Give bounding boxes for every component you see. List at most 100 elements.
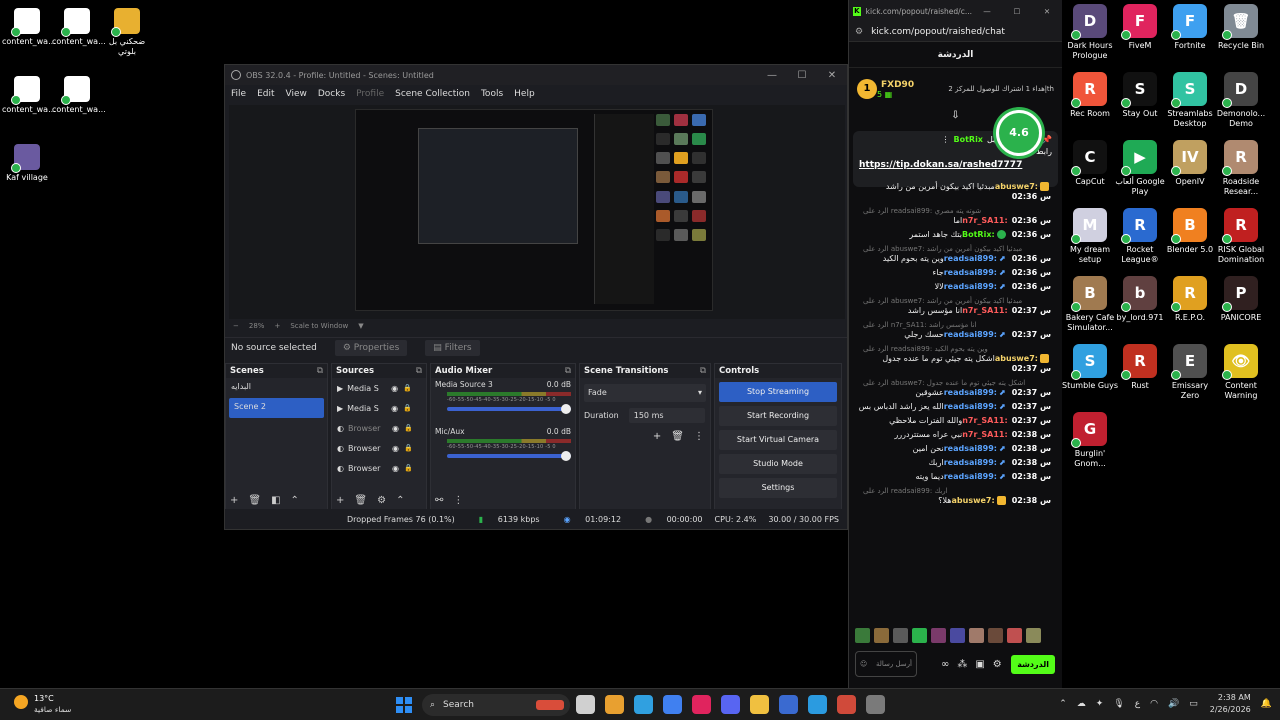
menu-file[interactable]: File — [231, 89, 246, 99]
zoom-in-icon[interactable]: + — [274, 322, 280, 330]
add-icon[interactable]: + — [336, 495, 344, 506]
desktop-icon[interactable]: 🗑 Recycle Bin — [1213, 4, 1269, 51]
send-button[interactable]: الدردشة — [1011, 654, 1055, 674]
volume-icon[interactable]: 🔊 — [1168, 699, 1179, 709]
source-item[interactable]: ◐ Browser ◉ 🔒 — [332, 418, 426, 438]
emote-icon[interactable] — [1026, 628, 1041, 643]
emote-icon[interactable] — [950, 628, 965, 643]
desktop-icon[interactable]: R RISK Global Domination — [1213, 208, 1269, 265]
message-user[interactable]: abuswe7: — [995, 182, 1038, 191]
start-button[interactable] — [396, 697, 412, 713]
emote-icon[interactable] — [931, 628, 946, 643]
trash-icon[interactable]: 🗑 — [248, 495, 261, 506]
chevron-up-icon[interactable]: ⌃ — [1059, 699, 1067, 709]
emote-icon[interactable] — [855, 628, 870, 643]
menu-tools[interactable]: Tools — [481, 89, 503, 99]
minimize-icon[interactable]: — — [972, 7, 1002, 16]
site-settings-icon[interactable]: ⚙ — [855, 27, 863, 37]
undock-icon[interactable]: ⧉ — [565, 366, 571, 376]
desktop-icon[interactable]: C CapCut — [1062, 140, 1118, 187]
more-icon[interactable]: ⋮ — [694, 431, 704, 442]
chevron-up-icon[interactable]: ⌃ — [291, 495, 299, 506]
desktop-icon[interactable]: G Burglin' Gnom... — [1062, 412, 1118, 469]
eye-icon[interactable]: ◉ — [392, 424, 399, 433]
desktop-icon[interactable]: S Stay Out — [1112, 72, 1168, 119]
desktop-icon[interactable]: content_wa... — [2, 76, 56, 115]
emote-icon[interactable] — [874, 628, 889, 643]
desktop-icon[interactable]: IV OpenIV — [1162, 140, 1218, 187]
volume-slider[interactable] — [447, 451, 571, 461]
desktop-icon[interactable]: E Emissary Zero — [1162, 344, 1218, 401]
message-user[interactable]: n7r_SA11: — [962, 306, 1008, 315]
link-icon[interactable]: ∞ — [941, 659, 949, 670]
message-user[interactable]: abuswe7: — [995, 354, 1038, 363]
message-user[interactable]: readsai899: — [944, 254, 997, 263]
notification-icon[interactable]: 🔔 — [1261, 699, 1272, 709]
menu-docks[interactable]: Docks — [318, 89, 345, 99]
clock[interactable]: 2:38 AM 2/26/2026 — [1210, 692, 1251, 716]
address-bar[interactable]: ⚙ kick.com/popout/raished/chat — [849, 22, 1062, 42]
obs-preview[interactable] — [229, 105, 845, 319]
source-item[interactable]: ◐ Browser ◉ 🔒 — [332, 438, 426, 458]
desktop-icon[interactable]: 👁 Content Warning — [1213, 344, 1269, 401]
studio-mode-button[interactable]: Studio Mode — [719, 454, 837, 474]
emote-icon[interactable] — [969, 628, 984, 643]
taskbar-app-icon[interactable] — [837, 695, 856, 714]
start-recording-button[interactable]: Start Recording — [719, 406, 837, 426]
trash-icon[interactable]: 🗑 — [354, 495, 367, 506]
source-item[interactable]: ◐ Browser ◉ 🔒 — [332, 458, 426, 478]
settings-button[interactable]: Settings — [719, 478, 837, 498]
taskbar-app-icon[interactable] — [634, 695, 653, 714]
zoom-out-icon[interactable]: − — [233, 322, 239, 330]
taskbar-search[interactable]: ⌕ Search — [422, 694, 570, 716]
minimize-icon[interactable]: — — [757, 70, 787, 81]
desktop-icon[interactable]: ضحكني بل بلوتي — [102, 8, 152, 57]
source-item[interactable]: ▶ Media S ◉ 🔒 — [332, 378, 426, 398]
maximize-icon[interactable]: ☐ — [787, 70, 817, 81]
language-indicator[interactable]: ع — [1135, 699, 1140, 709]
source-item[interactable]: ▶ Media S ◉ 🔒 — [332, 398, 426, 418]
desktop-icon[interactable]: S Stumble Guys — [1062, 344, 1118, 391]
trash-icon[interactable]: 🗑 — [671, 431, 684, 442]
maximize-icon[interactable]: ☐ — [1002, 7, 1032, 16]
desktop-icon[interactable]: B Bakery Cafe Simulator... — [1062, 276, 1118, 333]
link-icon[interactable]: ⚯ — [435, 495, 443, 506]
emote-icon[interactable] — [988, 628, 1003, 643]
taskbar-app-icon[interactable] — [663, 695, 682, 714]
menu-scene-collection[interactable]: Scene Collection — [395, 89, 470, 99]
more-icon[interactable]: ⋮ — [453, 495, 463, 506]
desktop-icon[interactable]: R R.E.P.O. — [1162, 276, 1218, 323]
scene-item[interactable]: Scene 2 — [229, 398, 324, 418]
message-user[interactable]: readsai899: — [944, 282, 997, 291]
volume-slider[interactable] — [447, 404, 571, 414]
message-user[interactable]: n7r_SA11: — [962, 430, 1008, 439]
add-icon[interactable]: + — [230, 495, 238, 506]
desktop-icon[interactable]: content_wa... — [52, 76, 106, 115]
desktop-icon[interactable]: R Rust — [1112, 344, 1168, 391]
lock-icon[interactable]: 🔒 — [404, 464, 413, 472]
desktop-icon[interactable]: R Roadside Resear... — [1213, 140, 1269, 197]
message-user[interactable]: n7r_SA11: — [962, 416, 1008, 425]
weather-widget[interactable]: 13°C سماء صافية — [14, 693, 71, 715]
chat-input[interactable]: ☺ أرسل رسالة — [855, 651, 917, 677]
emote-icon[interactable] — [912, 628, 927, 643]
taskbar-app-icon[interactable] — [692, 695, 711, 714]
pin-link[interactable]: https://tip.dokan.sa/rashed7777 — [859, 160, 1052, 170]
desktop-icon[interactable]: content_wa... — [2, 8, 56, 47]
cloud-icon[interactable]: ☁ — [1077, 699, 1086, 709]
filters-button[interactable]: ▤ Filters — [425, 339, 480, 356]
lock-icon[interactable]: 🔒 — [403, 384, 412, 392]
emoji-icon[interactable]: ☺ — [860, 660, 867, 668]
add-icon[interactable]: + — [653, 431, 661, 442]
transition-select[interactable]: Fade ▾ — [584, 384, 706, 402]
desktop-icon[interactable]: F Fortnite — [1162, 4, 1218, 51]
chevron-up-icon[interactable]: ⌃ — [396, 495, 404, 506]
start-virtual-camera-button[interactable]: Start Virtual Camera — [719, 430, 837, 450]
gear-icon[interactable]: ⚙ — [993, 659, 1002, 670]
message-user[interactable]: readsai899: — [944, 268, 997, 277]
battery-icon[interactable]: ▭ — [1189, 699, 1198, 709]
duration-input[interactable]: 150 ms — [628, 408, 705, 423]
more-icon[interactable]: ⋮ — [941, 135, 949, 144]
desktop-icon[interactable]: B Blender 5.0 — [1162, 208, 1218, 255]
stop-streaming-button[interactable]: Stop Streaming — [719, 382, 837, 402]
